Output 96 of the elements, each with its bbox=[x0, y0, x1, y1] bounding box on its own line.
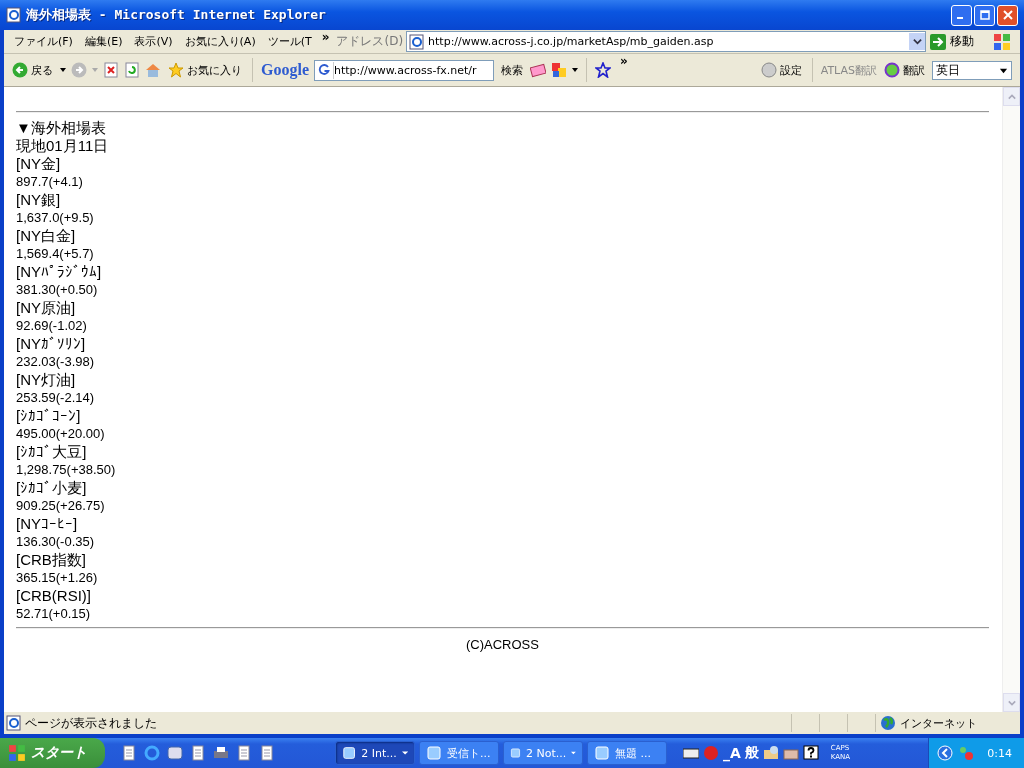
chevron-left-icon[interactable] bbox=[937, 745, 954, 761]
window-icon bbox=[594, 745, 610, 761]
start-button[interactable]: スタート bbox=[0, 738, 105, 768]
price-value: 52.71(+0.15) bbox=[16, 605, 92, 623]
commodity-name: [NY灯油] bbox=[16, 371, 77, 389]
google-logo: Google bbox=[261, 61, 309, 79]
arrow-left-icon bbox=[12, 62, 28, 78]
globe-icon bbox=[884, 62, 900, 78]
arrow-right-icon bbox=[930, 33, 946, 50]
price-value: 381.30(+0.50) bbox=[16, 281, 99, 299]
commodity-name: [CRB(RSI)] bbox=[16, 587, 92, 605]
price-value: 1,569.4(+5.7) bbox=[16, 245, 95, 263]
security-zone-label: インターネット bbox=[900, 715, 977, 731]
price-value: 253.59(-2.14) bbox=[16, 389, 96, 407]
commodity-name: [ｼｶｺﾞｺｰﾝ] bbox=[16, 407, 82, 425]
printer-icon[interactable] bbox=[213, 745, 229, 761]
price-value: 909.25(+26.75) bbox=[16, 497, 106, 515]
price-value: 92.69(-1.02) bbox=[16, 317, 88, 335]
commodity-name: [NY金] bbox=[16, 155, 62, 173]
menu-item[interactable]: ツール(T bbox=[261, 34, 318, 49]
circle-icon bbox=[760, 62, 777, 78]
price-value: 136.30(-0.35) bbox=[16, 533, 96, 551]
caret-icon[interactable] bbox=[401, 751, 408, 755]
date-label: 現地01月11日 bbox=[16, 137, 110, 155]
notepad-icon[interactable] bbox=[190, 745, 206, 761]
notepad-icon[interactable] bbox=[236, 745, 252, 761]
back-button[interactable]: 戻る bbox=[10, 62, 55, 78]
status-text: ページが表示されました bbox=[25, 714, 158, 732]
taskbar-button[interactable]: 2 Int... bbox=[335, 741, 415, 765]
maximize-button[interactable] bbox=[974, 4, 995, 26]
price-value: 365.15(+1.26) bbox=[16, 569, 99, 587]
menu-overflow[interactable]: » bbox=[317, 30, 334, 44]
clock: 0:14 bbox=[987, 746, 1012, 760]
taskbar-button[interactable]: 無題 ... bbox=[587, 741, 667, 765]
commodity-name: [NY銀] bbox=[16, 191, 62, 209]
windows-logo-icon bbox=[8, 744, 26, 762]
caret-icon[interactable] bbox=[572, 68, 578, 72]
commodity-name: [NYﾊﾟﾗｼﾞｳﾑ] bbox=[16, 263, 103, 281]
mail-icon[interactable] bbox=[167, 745, 183, 761]
taskbar-button[interactable]: 受信ト... bbox=[419, 741, 499, 765]
commodity-name: [ｼｶｺﾞ小麦] bbox=[16, 479, 88, 497]
commodity-name: [ｼｶｺﾞ大豆] bbox=[16, 443, 88, 461]
window-title: 海外相場表 - Microsoft Internet Explorer bbox=[26, 6, 327, 24]
star-icon[interactable] bbox=[595, 62, 611, 78]
google-search-field[interactable]: http://www.across-fx.net/r bbox=[314, 59, 494, 81]
browser-icon[interactable] bbox=[144, 745, 160, 761]
close-button[interactable] bbox=[997, 4, 1018, 26]
toolbar-overflow[interactable]: » bbox=[616, 54, 632, 68]
search-button[interactable]: 検索 bbox=[499, 62, 525, 78]
notepad-icon[interactable] bbox=[121, 745, 137, 761]
commodity-name: [NYｶﾞｿﾘﾝ] bbox=[16, 335, 87, 353]
language-select[interactable]: 英日 bbox=[932, 60, 1012, 80]
browser-icon bbox=[6, 7, 22, 23]
commodity-name: [CRB指数] bbox=[16, 551, 87, 569]
minimize-button[interactable] bbox=[951, 4, 972, 26]
taskbar-button[interactable]: 2 Not... bbox=[503, 741, 583, 765]
blocks-icon[interactable] bbox=[551, 62, 567, 78]
menu-item[interactable]: ファイル(F) bbox=[8, 34, 79, 49]
notepad-icon[interactable] bbox=[259, 745, 275, 761]
commodity-name: [NY白金] bbox=[16, 227, 77, 245]
price-value: 1,298.75(+38.50) bbox=[16, 461, 117, 479]
minimize-icon bbox=[956, 17, 963, 19]
price-value: 1,637.0(+9.5) bbox=[16, 209, 95, 227]
window-icon bbox=[510, 745, 521, 761]
address-field[interactable]: http://www.across-j.co.jp/marketAsp/mb_gaiden.asp bbox=[406, 31, 926, 52]
address-label: アドレス(D) bbox=[335, 33, 405, 50]
close-icon bbox=[1002, 10, 1013, 20]
refresh-icon[interactable] bbox=[124, 62, 140, 78]
menu-item[interactable]: 表示(V) bbox=[128, 34, 179, 49]
page-icon bbox=[6, 715, 22, 731]
price-value: 495.00(+20.00) bbox=[16, 425, 106, 443]
windows-logo-icon bbox=[992, 31, 1012, 52]
copyright-text: (C)ACROSS bbox=[465, 637, 540, 652]
page-heading: ▼海外相場表 bbox=[16, 119, 107, 137]
maximize-icon bbox=[979, 10, 990, 20]
settings-button[interactable]: 設定 bbox=[758, 62, 804, 78]
commodity-name: [NY原油] bbox=[16, 299, 77, 317]
commodity-name: [NYｺｰﾋｰ] bbox=[16, 515, 79, 533]
favorites-button[interactable]: お気に入り bbox=[166, 62, 244, 78]
window-icon bbox=[426, 745, 442, 761]
help-icon[interactable] bbox=[802, 745, 819, 761]
conversion-mode-indicator[interactable]: 般 bbox=[744, 744, 759, 762]
caret-icon[interactable] bbox=[60, 68, 66, 72]
keyboard-icon[interactable] bbox=[683, 745, 699, 761]
menu-item[interactable]: 編集(E) bbox=[78, 34, 129, 49]
star-icon bbox=[168, 62, 184, 78]
window-icon bbox=[342, 745, 357, 761]
input-mode-indicator[interactable]: _A bbox=[723, 745, 741, 761]
price-value: 897.7(+4.1) bbox=[16, 173, 84, 191]
menu-item[interactable]: お気に入り(A) bbox=[178, 34, 262, 49]
go-button[interactable]: 移動 bbox=[926, 33, 984, 50]
page-icon bbox=[409, 33, 426, 50]
translate-button[interactable]: 翻訳 bbox=[882, 62, 927, 78]
price-value: 232.03(-3.98) bbox=[16, 353, 96, 371]
globe-icon bbox=[880, 715, 896, 731]
stop-icon[interactable] bbox=[103, 62, 119, 78]
